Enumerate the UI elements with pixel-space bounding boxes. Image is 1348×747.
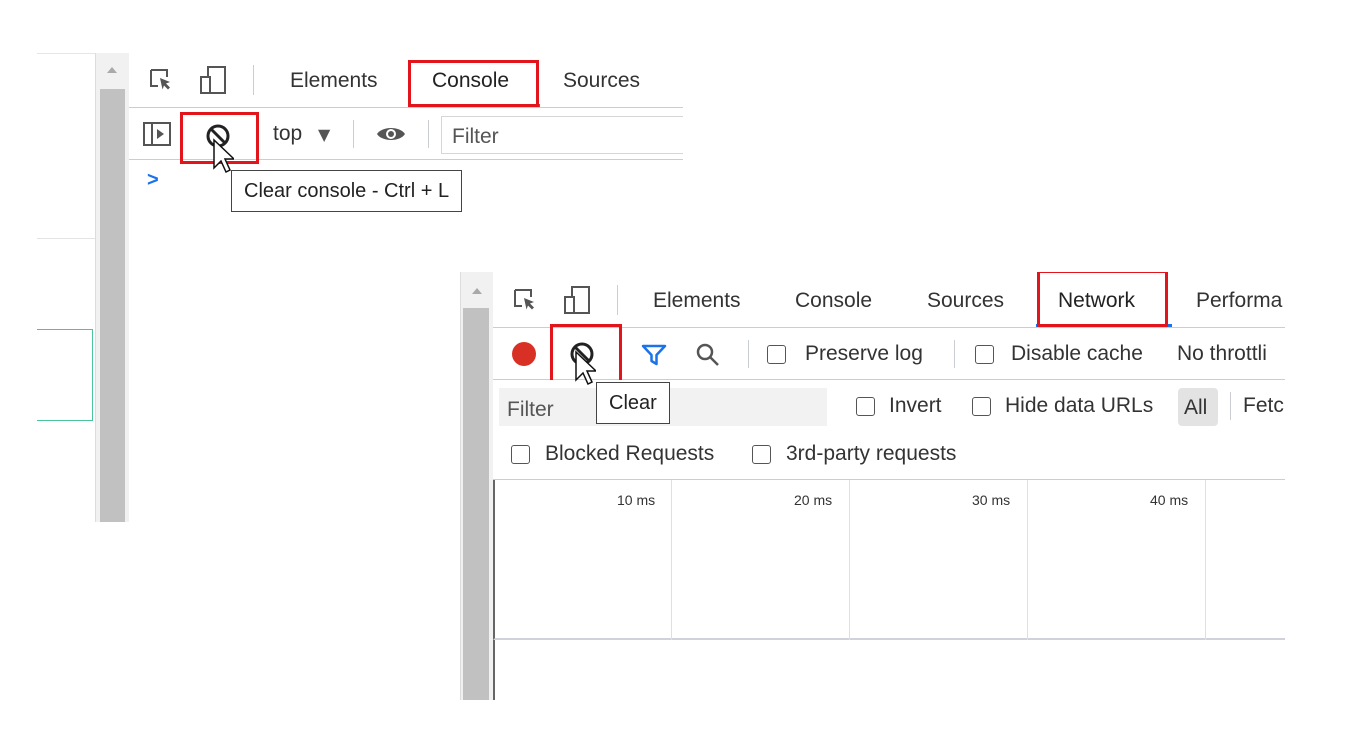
tab-network[interactable]: Network	[1058, 289, 1135, 313]
active-tab-underline	[1036, 324, 1172, 327]
tab-sources[interactable]: Sources	[563, 69, 640, 93]
timeline-tick-label: 40 ms	[1150, 492, 1189, 508]
device-toolbar-icon[interactable]	[563, 285, 593, 320]
devtools-tab-bar: Elements Console Sources	[129, 53, 683, 108]
third-party-requests-checkbox[interactable]	[752, 445, 771, 464]
network-devtools-panel: Elements Console Sources Network Perform…	[460, 272, 1285, 700]
blocked-requests-checkbox[interactable]	[511, 445, 530, 464]
filter-funnel-icon[interactable]	[641, 344, 667, 370]
timeline-gridline	[1205, 480, 1206, 640]
timeline-gridline	[1027, 480, 1028, 640]
device-toolbar-icon[interactable]	[199, 65, 229, 100]
timeline-tick-label: 30 ms	[972, 492, 1011, 508]
search-icon[interactable]	[695, 342, 721, 372]
tab-console[interactable]: Console	[795, 289, 872, 313]
inspect-element-icon[interactable]	[148, 67, 174, 98]
toolbar-separator	[748, 340, 749, 368]
timeline-tick-label: 10 ms	[617, 492, 656, 508]
inspect-element-icon[interactable]	[512, 287, 538, 318]
hide-data-urls-checkbox[interactable]	[972, 397, 991, 416]
toolbar-separator	[954, 340, 955, 368]
preserve-log-checkbox[interactable]	[767, 345, 786, 364]
scroll-up-arrow-icon[interactable]	[107, 67, 117, 73]
type-filter-all[interactable]: All	[1178, 388, 1218, 426]
clear-tooltip: Clear	[596, 382, 670, 424]
scroll-up-arrow-icon[interactable]	[472, 288, 482, 294]
network-timeline-overview[interactable]: 10 ms 20 ms 30 ms 40 ms	[493, 480, 1285, 640]
scrollbar-thumb[interactable]	[100, 89, 125, 522]
type-filter-fetch[interactable]: Fetc	[1243, 394, 1284, 418]
tab-sources[interactable]: Sources	[927, 289, 1004, 313]
disable-cache-checkbox[interactable]	[975, 345, 994, 364]
filter-placeholder: Filter	[507, 398, 554, 421]
toolbar-separator	[1230, 392, 1231, 420]
console-prompt[interactable]: >	[147, 169, 159, 192]
invert-checkbox[interactable]	[856, 397, 875, 416]
tab-elements[interactable]: Elements	[290, 69, 378, 93]
page-outlined-box	[37, 329, 93, 421]
network-options-row: Blocked Requests 3rd-party requests	[493, 432, 1285, 480]
tab-performance[interactable]: Performa	[1196, 289, 1282, 313]
page-divider	[37, 238, 95, 239]
disable-cache-label: Disable cache	[1011, 342, 1143, 365]
preserve-log-label: Preserve log	[805, 342, 923, 365]
devtools-tab-bar: Elements Console Sources Network Perform…	[493, 272, 1285, 328]
timeline-gridline	[849, 480, 850, 640]
eye-icon[interactable]	[376, 124, 406, 148]
third-party-requests-label: 3rd-party requests	[786, 442, 957, 465]
invert-label: Invert	[889, 394, 942, 417]
network-request-list	[493, 640, 1285, 700]
console-filter-input[interactable]: Filter	[441, 116, 683, 154]
sidebar-toggle-icon[interactable]	[143, 122, 171, 150]
scrollbar-thumb[interactable]	[463, 308, 489, 700]
toolbar-separator	[353, 120, 354, 148]
type-filter-all-label: All	[1184, 396, 1208, 419]
timeline-tick-label: 20 ms	[794, 492, 833, 508]
throttling-select[interactable]: No throttli	[1177, 342, 1267, 366]
toolbar-separator	[617, 285, 618, 315]
tab-elements[interactable]: Elements	[653, 289, 741, 313]
chevron-down-icon[interactable]: ▼	[318, 125, 330, 144]
toolbar-separator	[253, 65, 254, 95]
timeline-gridline	[671, 480, 672, 640]
network-toolbar: Preserve log Disable cache No throttli	[493, 328, 1285, 380]
tab-console[interactable]: Console	[432, 69, 509, 93]
mouse-cursor-icon	[574, 350, 598, 392]
blocked-requests-label: Blocked Requests	[545, 442, 715, 465]
clear-console-tooltip: Clear console - Ctrl + L	[231, 170, 463, 212]
hide-data-urls-label: Hide data URLs	[1005, 394, 1154, 417]
page-content	[37, 53, 95, 522]
active-tab-underline	[429, 104, 540, 107]
filter-placeholder: Filter	[452, 125, 499, 148]
toolbar-separator	[428, 120, 429, 148]
record-icon[interactable]	[512, 342, 536, 366]
context-selector[interactable]: top	[273, 122, 302, 146]
